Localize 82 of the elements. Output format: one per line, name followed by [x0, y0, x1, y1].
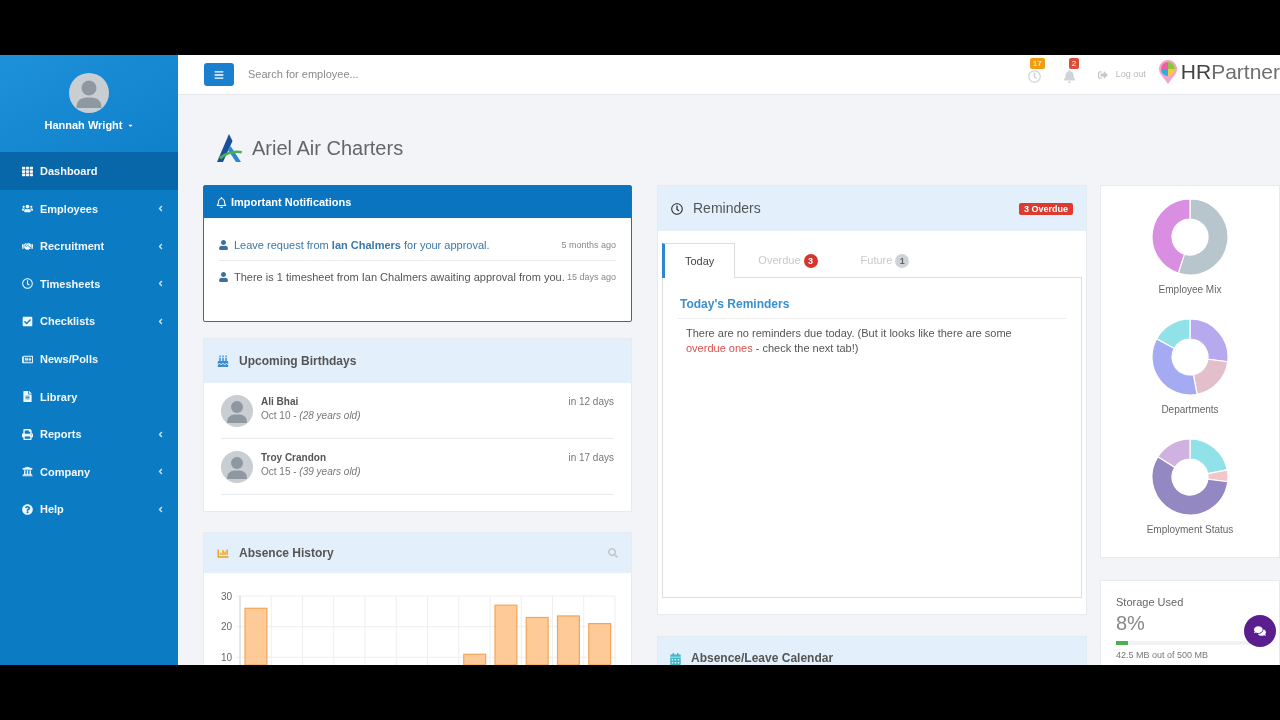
user-icon — [219, 272, 228, 282]
users-icon — [22, 203, 33, 215]
overdue-badge: 3 Overdue — [1018, 202, 1073, 215]
panel-title: Upcoming Birthdays — [239, 353, 357, 370]
handshake-icon — [22, 240, 33, 252]
reminders-title: Today's Reminders — [678, 297, 1066, 319]
birthday-date: Oct 10 - (28 years old) — [261, 409, 361, 423]
avatar-icon — [221, 451, 253, 483]
search-field[interactable]: Search for employee... — [248, 59, 748, 90]
printer-icon — [22, 428, 33, 440]
chart-title: Departments — [1161, 403, 1219, 416]
clock-icon — [22, 278, 33, 290]
storage-detail: 42.5 MB out of 500 MB — [1116, 650, 1209, 661]
caret-icon — [126, 122, 134, 129]
storage-percent: 8% — [1116, 611, 1145, 635]
clock-icon — [671, 202, 683, 215]
bar-chart-icon — [217, 547, 229, 559]
notification-time: 15 days ago — [566, 271, 616, 283]
cake-icon — [217, 355, 229, 367]
panel-title: Absence History — [239, 545, 334, 562]
count-badge: 1 — [895, 253, 910, 268]
chart-bar — [525, 616, 549, 665]
chart-bar — [588, 623, 612, 665]
avatar-icon — [221, 395, 253, 427]
pin-logo-icon — [1157, 59, 1178, 84]
sidebar-item[interactable]: Help — [0, 490, 178, 529]
y-tick-label: 10 — [220, 651, 232, 663]
menu-icon — [214, 69, 224, 80]
birthday-date: Oct 15 - (39 years old) — [261, 465, 361, 479]
bell-icon — [216, 196, 227, 208]
notification-text: There is 1 timesheet from Ian Chalmers awaiting approval from you. — [234, 270, 565, 285]
person-name: Troy Crandon — [261, 451, 326, 465]
bank-icon — [22, 466, 33, 478]
brand-name: HRPartner — [1180, 59, 1280, 84]
user-icon — [219, 240, 228, 250]
avatar-icon — [69, 73, 109, 113]
sign-out-icon — [1097, 69, 1108, 80]
sidebar-item[interactable]: Library — [0, 377, 178, 416]
sidebar-item[interactable]: News/Polls — [0, 340, 178, 378]
y-tick-label: 20 — [220, 621, 232, 633]
reminder-message: There are no reminders due today. (But it looks like there are some overdue ones - check the next tab!) — [685, 326, 1013, 356]
checkbox-icon — [22, 316, 33, 328]
count-badge: 3 — [803, 253, 818, 268]
notification-text[interactable]: Leave request from Ian Chalmers for your approval. — [234, 237, 490, 253]
newspaper-icon — [22, 353, 33, 365]
chart-bar — [244, 607, 268, 665]
y-tick-label: 30 — [220, 590, 232, 602]
sidebar-item[interactable]: Reports — [0, 415, 178, 454]
chart-title: Employment Status — [1146, 523, 1234, 536]
bell-icon[interactable] — [1062, 69, 1076, 83]
logo-icon — [215, 132, 243, 163]
document-icon — [22, 391, 33, 403]
sidebar-item[interactable]: Timesheets — [0, 265, 178, 303]
search-icon[interactable] — [608, 548, 618, 558]
days-until: in 17 days — [568, 451, 614, 465]
panel-title: Important Notifications — [231, 194, 352, 210]
help-icon — [22, 504, 33, 516]
panel-title: Reminders — [693, 199, 761, 218]
sidebar-item[interactable]: Dashboard — [0, 152, 178, 190]
user-menu-button[interactable]: Hannah Wright — [44, 119, 134, 132]
notification-time: 5 months ago — [561, 239, 616, 251]
grid-icon — [22, 165, 33, 177]
sidebar-item[interactable]: Company — [0, 453, 178, 491]
clock-icon[interactable] — [1027, 69, 1041, 83]
sidebar-item[interactable]: Employees — [0, 190, 178, 228]
days-until: in 12 days — [568, 395, 614, 409]
chat-icon — [1254, 625, 1266, 637]
count-badge: 17 — [1029, 57, 1045, 69]
panel-title: Absence/Leave Calendar — [691, 652, 834, 665]
tab[interactable]: Today — [662, 243, 736, 278]
sidebar-item[interactable]: Recruitment — [0, 227, 178, 266]
count-badge: 2 — [1068, 57, 1080, 69]
storage-title: Storage Used — [1116, 595, 1184, 609]
calendar-icon — [670, 653, 681, 665]
sidebar-item[interactable]: Checklists — [0, 302, 178, 341]
chart-bar — [494, 604, 518, 665]
chart-title: Employee Mix — [1158, 283, 1222, 296]
company-name: Ariel Air Charters — [252, 135, 404, 160]
person-name: Ali Bhai — [261, 395, 299, 409]
chart-bar — [556, 615, 580, 665]
menu-button[interactable] — [204, 63, 234, 86]
overdue-link[interactable]: overdue ones — [686, 342, 753, 354]
